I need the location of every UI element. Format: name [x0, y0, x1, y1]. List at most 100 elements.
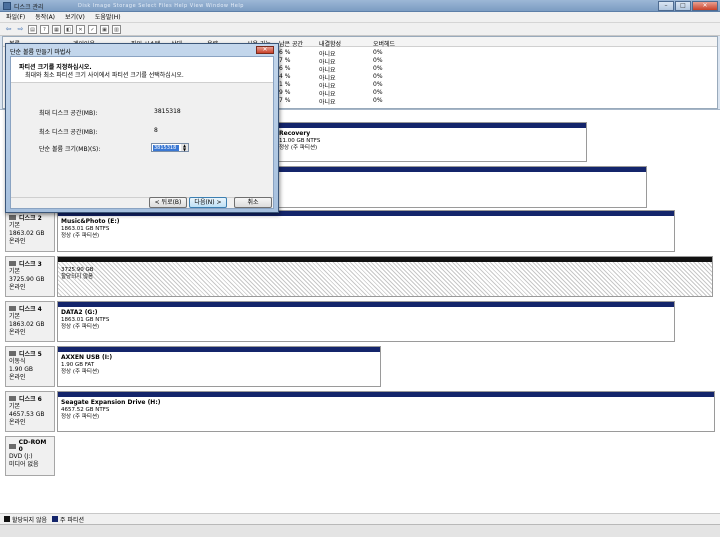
disk-status: 온라인 [9, 238, 26, 245]
hard-disk-icon [9, 306, 16, 311]
partition-hidden[interactable] [275, 166, 647, 208]
legend-swatch-primary [52, 516, 59, 522]
cd-drive-icon [9, 443, 16, 449]
disk-3-row: 디스크 3 기본 3725.90 GB 온라인 3725.90 GB 할당되지 … [5, 256, 715, 297]
disk-name: 디스크 4 [19, 306, 42, 313]
disk-type: 기본 [9, 268, 21, 275]
help-icon[interactable]: ? [40, 24, 49, 34]
spin-down-icon[interactable]: ▼ [181, 147, 188, 151]
volume-size-label: 단순 볼륨 크기(MB)(S): [39, 146, 101, 153]
free-percent: 9 % [279, 89, 291, 96]
maximize-button[interactable]: □ [675, 1, 691, 11]
partition-status: 정상 (주 파티션) [61, 233, 100, 239]
free-percent: 4 % [279, 73, 291, 80]
disk-status: 온라인 [9, 284, 26, 291]
status-bar [0, 524, 720, 537]
close-button[interactable]: ✕ [692, 1, 718, 11]
overhead: 0% [373, 81, 383, 88]
disk-3-label[interactable]: 디스크 3 기본 3725.90 GB 온라인 [5, 256, 55, 297]
background-window-menu: Disk Image Storage Select Files Help Vie… [78, 3, 244, 9]
volume-size-stepper[interactable]: ▲ ▼ [151, 143, 189, 152]
partition-size: 3725.90 GB [61, 267, 94, 273]
legend: 할당되지 않음 주 파티션 [0, 513, 720, 524]
properties-icon[interactable]: ▦ [52, 24, 61, 34]
menu-file[interactable]: 파일(F) [6, 12, 25, 22]
partition-recovery[interactable]: Recovery 11.00 GB NTFS 정상 (주 파티션) [275, 122, 587, 162]
disk-name: 디스크 6 [19, 396, 42, 403]
open-icon[interactable]: ▣ [100, 24, 109, 34]
max-space-value: 3815318 [154, 108, 181, 115]
partition-status: 할당되지 않음 [61, 274, 94, 280]
disk-type: 기본 [9, 313, 21, 320]
col-free-percent[interactable]: 남은 공간 [279, 39, 303, 48]
volume-size-input[interactable] [153, 145, 179, 151]
wizard-header: 파티션 크기를 지정하십시오. 최대와 최소 파티션 크기 사이에서 파티션 크… [11, 57, 273, 83]
partition-title: Seagate Expansion Drive (H:) [61, 399, 161, 406]
window-title: 디스크 관리 [14, 4, 44, 11]
legend-primary: 주 파티션 [60, 516, 85, 524]
disk-5-row: 디스크 5 이동식 1.90 GB 온라인 AXXEN USB (I:) 1.9… [5, 346, 715, 387]
disk-name: 디스크 3 [19, 261, 42, 268]
disk-size: 1863.02 GB [9, 230, 45, 237]
overhead: 0% [373, 57, 383, 64]
disk-type: 이동식 [9, 358, 26, 365]
forward-arrow-icon[interactable]: ⇨ [16, 25, 25, 34]
cdrom-0-label[interactable]: CD-ROM 0 DVD (J:) 미디어 없음 [5, 436, 55, 476]
disk-type: 기본 [9, 222, 21, 229]
back-button[interactable]: < 뒤로(B) [149, 197, 187, 208]
panel-icon[interactable]: ▤ [28, 24, 37, 34]
free-percent: 6 % [279, 65, 291, 72]
view-icon[interactable]: ▥ [112, 24, 121, 34]
free-percent: 7 % [279, 57, 291, 64]
disk-4-label[interactable]: 디스크 4 기본 1863.02 GB 온라인 [5, 301, 55, 342]
next-button[interactable]: 다음(N) > [189, 197, 227, 208]
overhead: 0% [373, 49, 383, 56]
free-percent: 6 % [279, 49, 291, 56]
disk-status: 온라인 [9, 419, 26, 426]
disk-size: 1.90 GB [9, 366, 34, 373]
disk-6-label[interactable]: 디스크 6 기본 4657.53 GB 온라인 [5, 391, 55, 432]
partition-music-photo[interactable]: Music&Photo (E:) 1863.01 GB NTFS 정상 (주 파… [57, 210, 675, 252]
disk-name: 디스크 5 [19, 351, 42, 358]
partition-status: 정상 (주 파티션) [61, 414, 100, 420]
disk-type: DVD (J:) [9, 453, 33, 460]
legend-swatch-unallocated [4, 516, 10, 522]
new-simple-volume-wizard: 단순 볼륨 만들기 마법사 ✕ 파티션 크기를 지정하십시오. 최대와 최소 파… [5, 43, 279, 213]
col-fault-tolerance[interactable]: 내결함성 [319, 39, 341, 48]
cancel-button[interactable]: 취소 [234, 197, 272, 208]
partition-status: 정상 (주 파티션) [279, 145, 318, 151]
menu-action[interactable]: 동작(A) [35, 12, 55, 22]
back-arrow-icon[interactable]: ⇦ [4, 25, 13, 34]
min-space-value: 8 [154, 127, 158, 134]
usb-drive-icon [9, 351, 16, 356]
title-bar: 디스크 관리 Disk Image Storage Select Files H… [0, 0, 720, 12]
overhead: 0% [373, 65, 383, 72]
partition-axxen-usb[interactable]: AXXEN USB (I:) 1.90 GB FAT 정상 (주 파티션) [57, 346, 381, 387]
wizard-close-button[interactable]: ✕ [256, 46, 274, 54]
partition-data2[interactable]: DATA2 (G:) 1863.01 GB NTFS 정상 (주 파티션) [57, 301, 675, 342]
disk-size: 1863.02 GB [9, 321, 45, 328]
col-overhead[interactable]: 오버헤드 [373, 39, 395, 48]
overhead: 0% [373, 89, 383, 96]
menu-view[interactable]: 보기(V) [65, 12, 85, 22]
check-icon[interactable]: ✓ [88, 24, 97, 34]
disk-6-row: 디스크 6 기본 4657.53 GB 온라인 Seagate Expansio… [5, 391, 715, 432]
max-space-label: 최대 디스크 공간(MB): [39, 110, 98, 117]
partition-unallocated[interactable]: 3725.90 GB 할당되지 않음 [57, 256, 713, 297]
partition-title: Music&Photo (E:) [61, 218, 120, 225]
wizard-panel: 파티션 크기를 지정하십시오. 최대와 최소 파티션 크기 사이에서 파티션 크… [10, 56, 274, 209]
legend-unallocated: 할당되지 않음 [12, 516, 48, 524]
disk-2-label[interactable]: 디스크 2 기본 1863.02 GB 온라인 [5, 210, 55, 252]
cdrom-0-row: CD-ROM 0 DVD (J:) 미디어 없음 [5, 436, 715, 476]
delete-icon[interactable]: ✕ [76, 24, 85, 34]
disk-5-label[interactable]: 디스크 5 이동식 1.90 GB 온라인 [5, 346, 55, 387]
partition-seagate[interactable]: Seagate Expansion Drive (H:) 4657.52 GB … [57, 391, 715, 432]
connect-icon[interactable]: ◧ [64, 24, 73, 34]
minimize-button[interactable]: – [658, 1, 674, 11]
disk-status: 온라인 [9, 374, 26, 381]
disk-management-icon [3, 2, 11, 10]
menu-help[interactable]: 도움말(H) [95, 12, 121, 22]
partition-title: Recovery [279, 130, 311, 137]
disk-name: 디스크 2 [19, 215, 42, 222]
partition-size: 1.90 GB FAT [61, 362, 95, 368]
